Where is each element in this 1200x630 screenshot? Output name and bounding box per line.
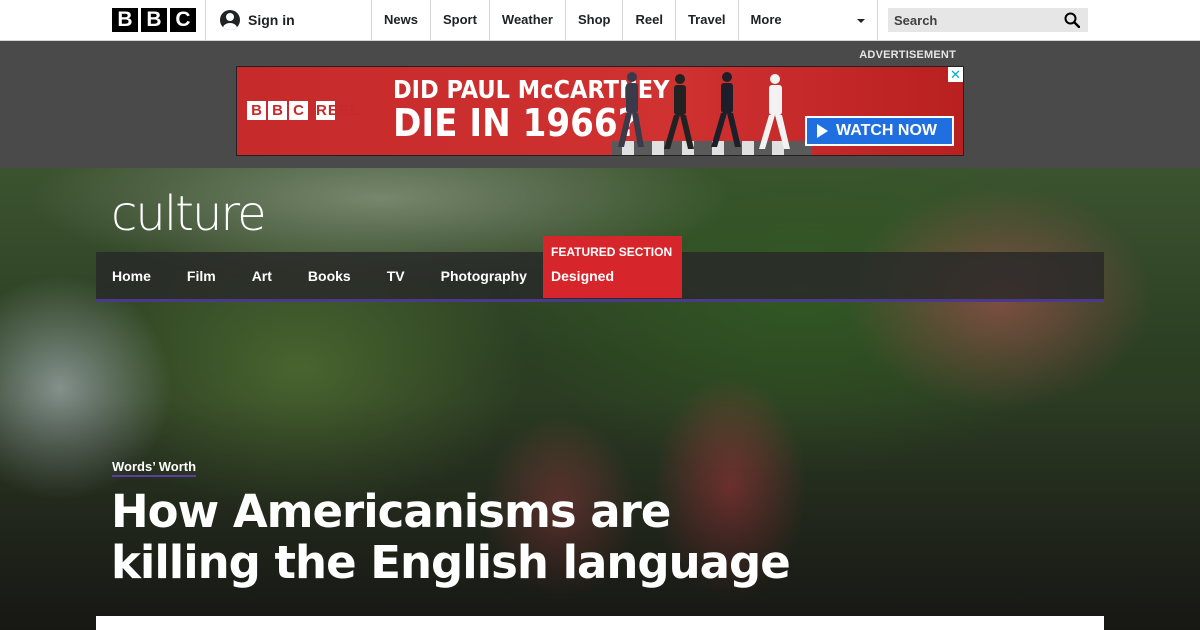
watch-now-label: WATCH NOW bbox=[836, 122, 938, 139]
walking-figures-image bbox=[612, 72, 812, 155]
featured-section-tab[interactable]: FEATURED SECTION Designed bbox=[543, 236, 682, 298]
nav-weather[interactable]: Weather bbox=[488, 0, 565, 40]
global-nav: News Sport Weather Shop Reel Travel More bbox=[371, 0, 877, 40]
article-series-link[interactable]: Words’ Worth bbox=[112, 459, 197, 477]
nav-travel[interactable]: Travel bbox=[674, 0, 738, 40]
ad-logo-letter-b2: B bbox=[268, 101, 287, 120]
logo-letter-c: C bbox=[170, 8, 196, 32]
nav-news[interactable]: News bbox=[371, 0, 430, 40]
culture-nav-film[interactable]: Film bbox=[187, 268, 216, 284]
ad-brand: B B C REEL bbox=[247, 101, 361, 120]
nav-shop[interactable]: Shop bbox=[564, 0, 623, 40]
logo-letter-b1: B bbox=[112, 8, 138, 32]
sign-in-label: Sign in bbox=[248, 12, 295, 28]
bbc-global-header: B B C Sign in News Sport Weather Shop Re… bbox=[0, 0, 1200, 41]
bbc-logo[interactable]: B B C bbox=[112, 8, 196, 32]
logo-letter-b2: B bbox=[141, 8, 167, 32]
search-icon[interactable] bbox=[1064, 12, 1080, 28]
play-icon bbox=[817, 124, 828, 138]
ad-logo-letter-c: C bbox=[289, 101, 308, 120]
ad-banner[interactable]: B B C REEL DID PAUL McCARTNEY DIE IN 196… bbox=[236, 66, 964, 156]
article-headline: How Americanisms are killing the English… bbox=[111, 485, 791, 589]
ad-logo-letter-b1: B bbox=[247, 101, 266, 120]
article-body-card bbox=[96, 616, 1104, 630]
advertisement-strip: ADVERTISEMENT B B C REEL DID PAUL McCART… bbox=[0, 41, 1200, 168]
culture-logo[interactable]: culture bbox=[111, 190, 267, 238]
culture-nav-home[interactable]: Home bbox=[112, 268, 151, 284]
nav-reel[interactable]: Reel bbox=[622, 0, 674, 40]
advertisement-label: ADVERTISEMENT bbox=[859, 49, 956, 61]
featured-section-title: Designed bbox=[551, 268, 615, 284]
culture-nav-tv[interactable]: TV bbox=[387, 268, 405, 284]
nav-more-dropdown[interactable]: More bbox=[737, 0, 877, 40]
watch-now-button[interactable]: WATCH NOW bbox=[805, 116, 954, 146]
search-input[interactable] bbox=[888, 8, 1058, 32]
ad-brand-product: REEL bbox=[316, 101, 361, 120]
featured-section-label: FEATURED SECTION bbox=[551, 245, 673, 259]
ad-close-icon[interactable]: ✕ bbox=[948, 67, 963, 82]
sign-in-button[interactable]: Sign in bbox=[206, 0, 371, 40]
culture-nav-art[interactable]: Art bbox=[252, 268, 272, 284]
search-divider bbox=[877, 0, 878, 40]
user-icon bbox=[220, 10, 240, 30]
culture-nav-photography[interactable]: Photography bbox=[441, 268, 527, 284]
nav-sport[interactable]: Sport bbox=[429, 0, 489, 40]
hero-section: culture Home Film Art Books TV Photograp… bbox=[0, 168, 1200, 630]
search-box bbox=[888, 8, 1088, 32]
culture-nav-books[interactable]: Books bbox=[308, 268, 351, 284]
